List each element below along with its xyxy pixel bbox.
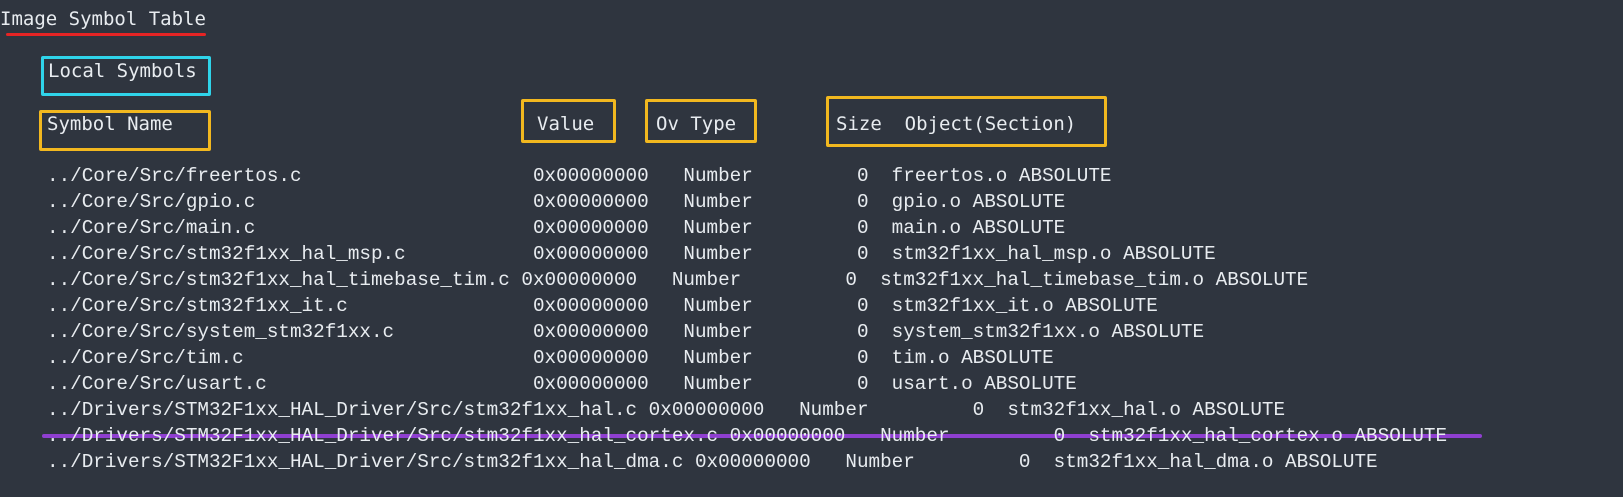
symbol-row: ../Drivers/STM32F1xx_HAL_Driver/Src/stm3… bbox=[47, 399, 1286, 421]
symbol-row: ../Core/Src/main.c 0x00000000 Number 0 m… bbox=[47, 217, 1066, 239]
symbol-row: ../Core/Src/gpio.c 0x00000000 Number 0 g… bbox=[47, 191, 1066, 213]
page-title: Image Symbol Table bbox=[0, 8, 206, 30]
header-symbol-name: Symbol Name bbox=[47, 113, 173, 135]
symbol-row: ../Core/Src/tim.c 0x00000000 Number 0 ti… bbox=[47, 347, 1054, 369]
symbol-row: ../Core/Src/stm32f1xx_hal_timebase_tim.c… bbox=[47, 269, 1309, 291]
symbol-row: ../Drivers/STM32F1xx_HAL_Driver/Src/stm3… bbox=[47, 425, 1448, 447]
section-heading: Local Symbols bbox=[48, 60, 197, 82]
header-ov-type: Ov Type bbox=[656, 113, 737, 135]
symbol-row: ../Core/Src/stm32f1xx_hal_msp.c 0x000000… bbox=[47, 243, 1216, 265]
symbol-row: ../Core/Src/system_stm32f1xx.c 0x0000000… bbox=[47, 321, 1205, 343]
symbol-row: ../Core/Src/stm32f1xx_it.c 0x00000000 Nu… bbox=[47, 295, 1158, 317]
header-size-object: Size Object(Section) bbox=[836, 113, 1077, 135]
symbol-row: ../Core/Src/usart.c 0x00000000 Number 0 … bbox=[47, 373, 1077, 395]
symbol-row: ../Drivers/STM32F1xx_HAL_Driver/Src/stm3… bbox=[47, 451, 1378, 473]
symbol-row: ../Core/Src/freertos.c 0x00000000 Number… bbox=[47, 165, 1112, 187]
header-value: Value bbox=[537, 113, 595, 135]
title-underline bbox=[6, 33, 206, 36]
